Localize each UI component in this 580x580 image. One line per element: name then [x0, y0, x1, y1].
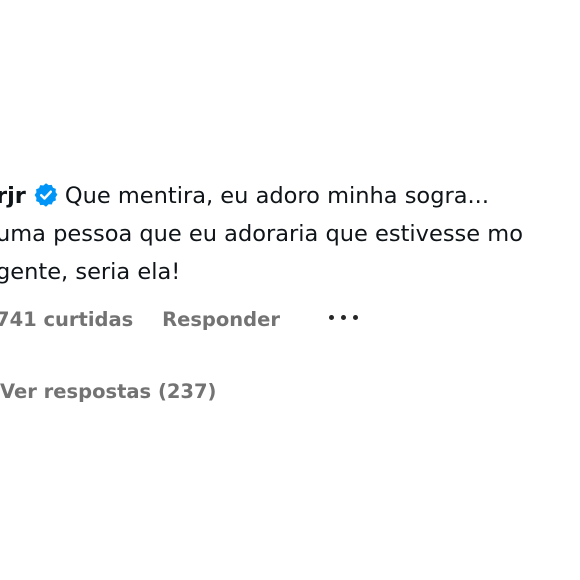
comment-username[interactable]: rjr	[0, 183, 26, 209]
more-dot	[328, 314, 334, 320]
reply-button[interactable]: Responder	[162, 306, 280, 334]
more-options-icon[interactable]	[327, 309, 363, 325]
comment-text-line3: gente, seria ela!	[0, 259, 181, 285]
more-dot	[340, 314, 346, 320]
comment-first-line: rjr Que mentira, eu adoro minha sogra...	[0, 180, 489, 212]
verified-badge-icon	[33, 182, 59, 208]
more-dot	[352, 314, 358, 320]
comment-text-line1: Que mentira, eu adoro minha sogra...	[64, 183, 489, 209]
comment-text-line2: uma pessoa que eu adoraria que estivesse…	[0, 221, 523, 247]
comment-actions: 741 curtidas Responder	[0, 306, 363, 334]
view-replies-button[interactable]: Ver respostas (237)	[0, 378, 216, 406]
likes-count[interactable]: 741 curtidas	[0, 306, 133, 334]
